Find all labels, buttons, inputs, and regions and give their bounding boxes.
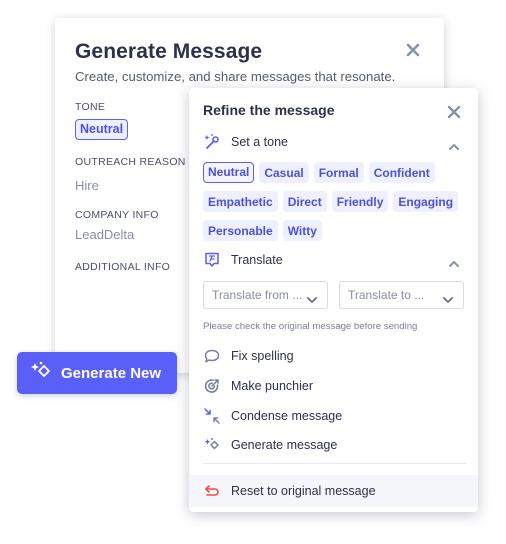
fix-spelling-label: Fix spelling — [231, 349, 294, 363]
generate-new-button[interactable]: Generate New — [17, 352, 177, 394]
tone-chip-personable[interactable]: Personable — [203, 220, 278, 241]
translate-note: Please check the original message before… — [203, 321, 418, 332]
action-generate-message[interactable]: Generate message — [203, 436, 337, 454]
chevron-down-icon — [442, 291, 454, 303]
tone-chip-neutral[interactable]: Neutral — [203, 162, 255, 183]
translate-icon — [203, 251, 221, 269]
condense-message-label: Condense message — [231, 409, 343, 423]
company-info-label: COMPANY INFO — [75, 209, 159, 221]
close-icon[interactable] — [447, 105, 461, 119]
tone-chip-witty[interactable]: Witty — [282, 220, 322, 241]
sparkles-icon — [29, 360, 53, 387]
generate-new-label: Generate New — [61, 364, 162, 382]
translate-to-placeholder: Translate to ... — [348, 288, 425, 302]
translate-from-select[interactable]: Translate from ... — [203, 281, 328, 309]
tone-chip-friendly[interactable]: Friendly — [331, 191, 389, 212]
make-punchier-label: Make punchier — [231, 379, 313, 393]
action-condense-message[interactable]: Condense message — [203, 407, 342, 425]
chevron-up-icon[interactable] — [447, 139, 461, 150]
dialog-title: Generate Message — [75, 40, 263, 63]
set-tone-label: Set a tone — [231, 135, 288, 149]
chevron-up-icon[interactable] — [447, 256, 461, 267]
close-icon[interactable] — [403, 40, 423, 60]
set-tone-toggle[interactable]: Set a tone — [203, 133, 288, 151]
tone-label: TONE — [75, 101, 106, 113]
undo-arrow-icon — [203, 482, 221, 500]
tone-chip-casual[interactable]: Casual — [259, 162, 309, 183]
condense-arrows-icon — [203, 407, 221, 425]
divider — [203, 463, 466, 464]
translate-toggle[interactable]: Translate — [203, 251, 283, 269]
tone-chip-engaging[interactable]: Engaging — [393, 191, 459, 212]
panel-title: Refine the message — [203, 102, 335, 118]
company-info-value[interactable]: LeadDelta — [75, 227, 134, 242]
tone-value-chip[interactable]: Neutral — [75, 119, 129, 140]
action-fix-spelling[interactable]: Fix spelling — [203, 347, 294, 365]
target-icon — [203, 377, 221, 395]
action-make-punchier[interactable]: Make punchier — [203, 377, 313, 395]
speech-bubble-icon — [203, 347, 221, 365]
refine-message-panel: Refine the message Set a tone Neutral Ca… — [189, 88, 478, 512]
outreach-reason-label: OUTREACH REASON — [75, 156, 186, 168]
tone-chip-formal[interactable]: Formal — [313, 162, 364, 183]
generate-message-label: Generate message — [231, 438, 338, 452]
translate-label: Translate — [231, 253, 283, 267]
magic-wand-icon — [203, 133, 221, 151]
reset-to-original-button[interactable]: Reset to original message — [189, 475, 478, 507]
tone-chip-confident[interactable]: Confident — [368, 162, 435, 183]
reset-label: Reset to original message — [231, 484, 376, 498]
translate-to-select[interactable]: Translate to ... — [339, 281, 464, 309]
tone-chip-direct[interactable]: Direct — [282, 191, 327, 212]
outreach-reason-value[interactable]: Hire — [75, 178, 99, 193]
chevron-down-icon — [306, 291, 318, 303]
translate-from-placeholder: Translate from ... — [212, 288, 303, 302]
sparkles-icon — [203, 436, 221, 454]
tone-options: Neutral Casual Formal Confident Empathet… — [203, 162, 465, 249]
dialog-subtitle: Create, customize, and share messages th… — [75, 69, 396, 84]
tone-chip-empathetic[interactable]: Empathetic — [203, 191, 278, 212]
additional-info-label: ADDITIONAL INFO — [75, 261, 171, 273]
